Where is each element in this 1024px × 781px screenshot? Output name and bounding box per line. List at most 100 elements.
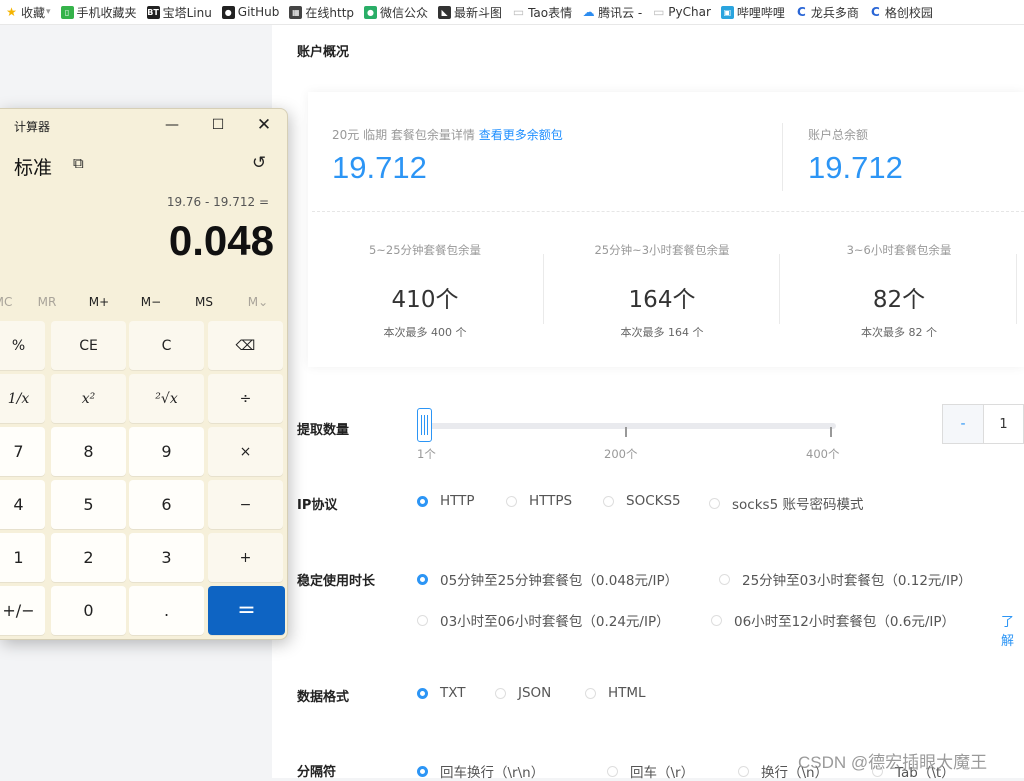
- c-icon: C: [871, 5, 880, 19]
- github-icon: ●: [221, 5, 235, 19]
- decrement-button[interactable]: -: [943, 405, 984, 443]
- calc-key[interactable]: 0: [51, 586, 126, 635]
- bookmark-item[interactable]: ☁ 腾讯云 -: [577, 0, 647, 24]
- bilibili-icon: ▣: [720, 5, 734, 19]
- quantity-input[interactable]: 1: [984, 405, 1023, 443]
- bookmark-item[interactable]: C 龙兵多商: [790, 0, 864, 24]
- calc-key[interactable]: 5: [51, 480, 126, 529]
- calc-key[interactable]: 1: [0, 533, 45, 582]
- radio-duration-1[interactable]: 05分钟至25分钟套餐包（0.048元/IP）: [417, 569, 678, 589]
- radio-socks5-auth[interactable]: socks5 账号密码模式: [709, 493, 863, 513]
- calc-key[interactable]: %: [0, 321, 45, 370]
- bookmark-item[interactable]: ▦ 在线http: [284, 0, 359, 24]
- close-button[interactable]: ✕: [241, 109, 287, 141]
- calc-key[interactable]: ²√x: [129, 374, 204, 423]
- protocol-label: IP协议: [297, 498, 338, 513]
- bookmark-item[interactable]: C 格创校园: [864, 0, 938, 24]
- radio-dot-icon: [495, 687, 506, 699]
- calc-key[interactable]: 1/x: [0, 374, 45, 423]
- calculator-title: 计算器: [14, 120, 51, 134]
- quantity-slider-track[interactable]: [420, 423, 836, 429]
- bookmark-item[interactable]: ▣ 哔哩哔哩: [716, 0, 790, 24]
- chevron-down-icon[interactable]: ▾: [46, 7, 51, 17]
- bookmark-item[interactable]: ◣ 最新斗图: [433, 0, 507, 24]
- calc-key[interactable]: 6: [129, 480, 204, 529]
- minimize-button[interactable]: —: [149, 109, 195, 141]
- keep-on-top-icon[interactable]: ⧉: [73, 154, 84, 172]
- radio-socks5[interactable]: SOCKS5: [603, 493, 681, 509]
- memory-button[interactable]: MS: [179, 295, 229, 309]
- radio-dot-icon: [607, 765, 618, 777]
- history-icon[interactable]: ↺: [252, 153, 266, 173]
- bookmark-item[interactable]: ▯ 手机收藏夹: [56, 0, 142, 24]
- bookmark-item[interactable]: ★ 收藏 ▾: [0, 0, 56, 24]
- slider-mark-max: 400个: [806, 447, 840, 461]
- bookmark-label: 收藏: [21, 5, 46, 20]
- memory-button[interactable]: M⌄: [233, 295, 283, 309]
- package-value-2: 164个: [628, 287, 696, 313]
- calc-key[interactable]: +/−: [0, 586, 45, 635]
- learn-more-link[interactable]: 了解: [1001, 611, 1024, 649]
- radio-duration-2[interactable]: 25分钟至03小时套餐包（0.12元/IP）: [719, 569, 972, 589]
- calc-key[interactable]: .: [129, 586, 204, 635]
- bookmark-label: Tao表情: [528, 5, 573, 20]
- calc-key[interactable]: 9: [129, 427, 204, 476]
- radio-label: 25分钟至03小时套餐包（0.12元/IP）: [742, 573, 972, 589]
- page-title: 账户概况: [297, 45, 350, 60]
- bookmark-label: 宝塔Linu: [162, 5, 212, 20]
- radio-sep-crlf[interactable]: 回车换行（\r\n）: [417, 761, 544, 781]
- calc-key[interactable]: ÷: [208, 374, 283, 423]
- radio-format-txt[interactable]: TXT: [417, 685, 466, 701]
- calc-key[interactable]: ×: [208, 427, 283, 476]
- radio-dot-icon: [506, 495, 517, 507]
- calc-key[interactable]: 4: [0, 480, 45, 529]
- radio-label: 05分钟至25分钟套餐包（0.048元/IP）: [440, 573, 679, 589]
- memory-button[interactable]: M−: [126, 295, 176, 309]
- bookmark-label: 龙兵多商: [810, 5, 859, 20]
- radio-dot-icon: [585, 687, 596, 699]
- calc-key[interactable]: C: [129, 321, 204, 370]
- radio-label: 回车换行（\r\n）: [440, 765, 545, 781]
- calc-key[interactable]: CE: [51, 321, 126, 370]
- quantity-slider-handle[interactable]: [417, 408, 432, 442]
- calc-key[interactable]: 2: [51, 533, 126, 582]
- calc-key[interactable]: +: [208, 533, 283, 582]
- package-sub-2: 本次最多 164 个: [620, 326, 704, 339]
- calc-key[interactable]: −: [208, 480, 283, 529]
- bookmark-label: GitHub: [237, 5, 280, 19]
- bookmark-item[interactable]: ● 微信公众: [359, 0, 433, 24]
- radio-sep-cr[interactable]: 回车（\r）: [607, 761, 694, 781]
- bookmark-item[interactable]: ▭ PyChar: [647, 0, 716, 24]
- radio-format-html[interactable]: HTML: [585, 685, 646, 701]
- view-more-balance-link[interactable]: 查看更多余额包: [479, 128, 563, 142]
- bookmark-label: 手机收藏夹: [76, 5, 137, 20]
- radio-duration-4[interactable]: 06小时至12小时套餐包（0.6元/IP）: [711, 610, 955, 630]
- calculator-window: 计算器 — ☐ ✕ 标准 ⧉ ↺ 19.76 - 19.712 = 0.048 …: [0, 108, 288, 640]
- package-title-3: 3~6小时套餐包余量: [846, 243, 952, 257]
- bookmark-item[interactable]: ▭ Tao表情: [507, 0, 577, 24]
- calc-key[interactable]: =: [208, 586, 285, 635]
- maximize-button[interactable]: ☐: [195, 109, 241, 141]
- memory-button[interactable]: M+: [74, 295, 124, 309]
- bookmark-label: 格创校园: [884, 5, 933, 20]
- slider-mark-mid: 200个: [604, 447, 638, 461]
- calc-key[interactable]: x²: [51, 374, 126, 423]
- calc-key[interactable]: 8: [51, 427, 126, 476]
- radio-dot-icon: [417, 765, 428, 777]
- calculator-expression: 19.76 - 19.712 =: [166, 195, 269, 209]
- radio-dot-icon: [711, 614, 722, 626]
- radio-dot-icon: [603, 495, 614, 507]
- bookmark-item[interactable]: BT 宝塔Linu: [142, 0, 217, 24]
- radio-duration-3[interactable]: 03小时至06小时套餐包（0.24元/IP）: [417, 610, 670, 630]
- calc-key[interactable]: 7: [0, 427, 45, 476]
- calc-key[interactable]: 3: [129, 533, 204, 582]
- quantity-label: 提取数量: [297, 423, 350, 438]
- radio-http[interactable]: HTTP: [417, 493, 475, 509]
- balance-label: 20元 临期 套餐包余量详情 查看更多余额包: [332, 126, 563, 143]
- radio-format-json[interactable]: JSON: [495, 685, 551, 701]
- quantity-stepper: - 1: [942, 404, 1024, 444]
- memory-button[interactable]: MR: [22, 295, 72, 309]
- radio-https[interactable]: HTTPS: [506, 493, 572, 509]
- bookmark-item[interactable]: ● GitHub: [217, 0, 285, 24]
- calc-key[interactable]: ⌫: [208, 321, 283, 370]
